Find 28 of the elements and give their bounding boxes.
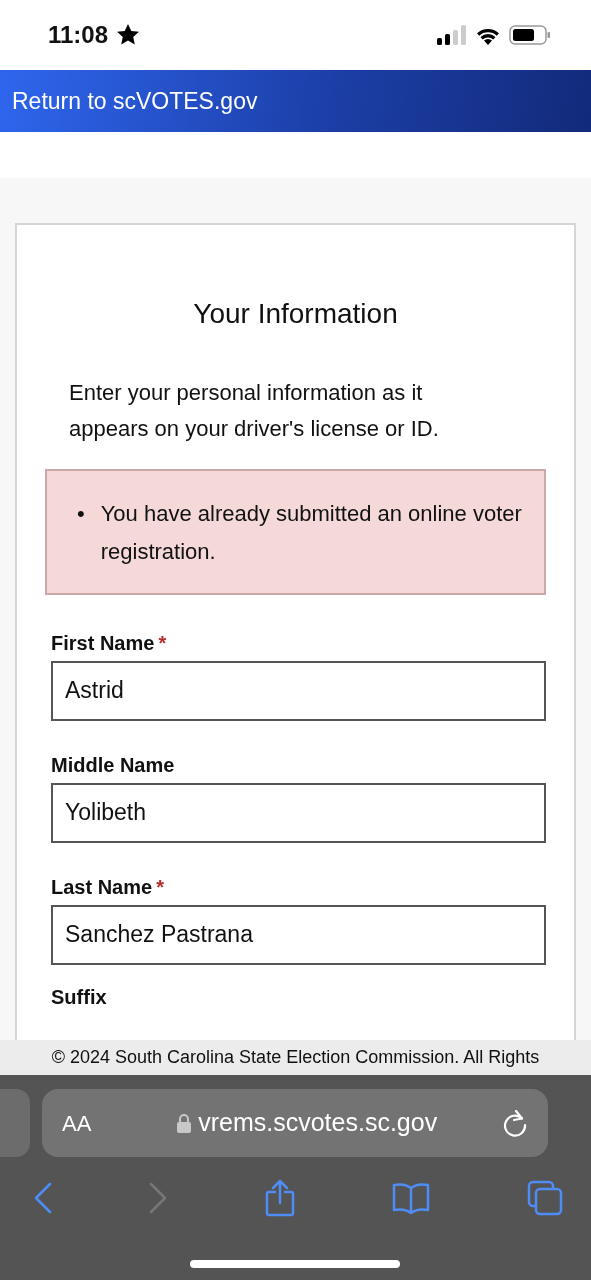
text-input[interactable]: Astrid: [51, 660, 546, 721]
reload-icon[interactable]: [502, 1109, 528, 1137]
signal-icon: [437, 25, 467, 45]
adjacent-tab[interactable]: [0, 1089, 30, 1157]
share-icon[interactable]: [264, 1179, 295, 1217]
intro-text: Enter your personal information as it appears on your driver's license or ID.: [68, 378, 440, 443]
required-mark: *: [156, 874, 164, 899]
field-label: Middle Name: [51, 752, 175, 777]
field-label: Last Name: [51, 874, 153, 899]
text-size-button[interactable]: AA: [62, 1106, 92, 1140]
required-mark: *: [158, 630, 167, 655]
bookmarks-icon[interactable]: [391, 1182, 430, 1214]
battery-icon: [509, 25, 551, 45]
star-icon: [116, 23, 141, 47]
url-text: vrems.scvotes.sc.gov: [198, 1107, 438, 1139]
copyright-text: © 2024 South Carolina State Election Commission. All Rights: [51, 1046, 540, 1069]
form-title: Your Information: [192, 297, 399, 331]
list-bullet: •: [77, 499, 85, 528]
error-message: You have already submitted an online voter registration.: [100, 499, 523, 566]
back-icon[interactable]: [34, 1182, 52, 1214]
field-label: Suffix: [51, 984, 108, 1009]
field-label: First Name: [51, 630, 155, 655]
lock-icon: [176, 1113, 193, 1133]
text-input[interactable]: Sanchez Pastrana: [51, 904, 546, 965]
text-input[interactable]: Yolibeth: [51, 782, 546, 843]
tabs-icon[interactable]: [527, 1180, 563, 1216]
clock-time: 11:08: [48, 20, 109, 50]
address-bar[interactable]: AA vrems.scvotes.sc.gov: [42, 1089, 548, 1157]
